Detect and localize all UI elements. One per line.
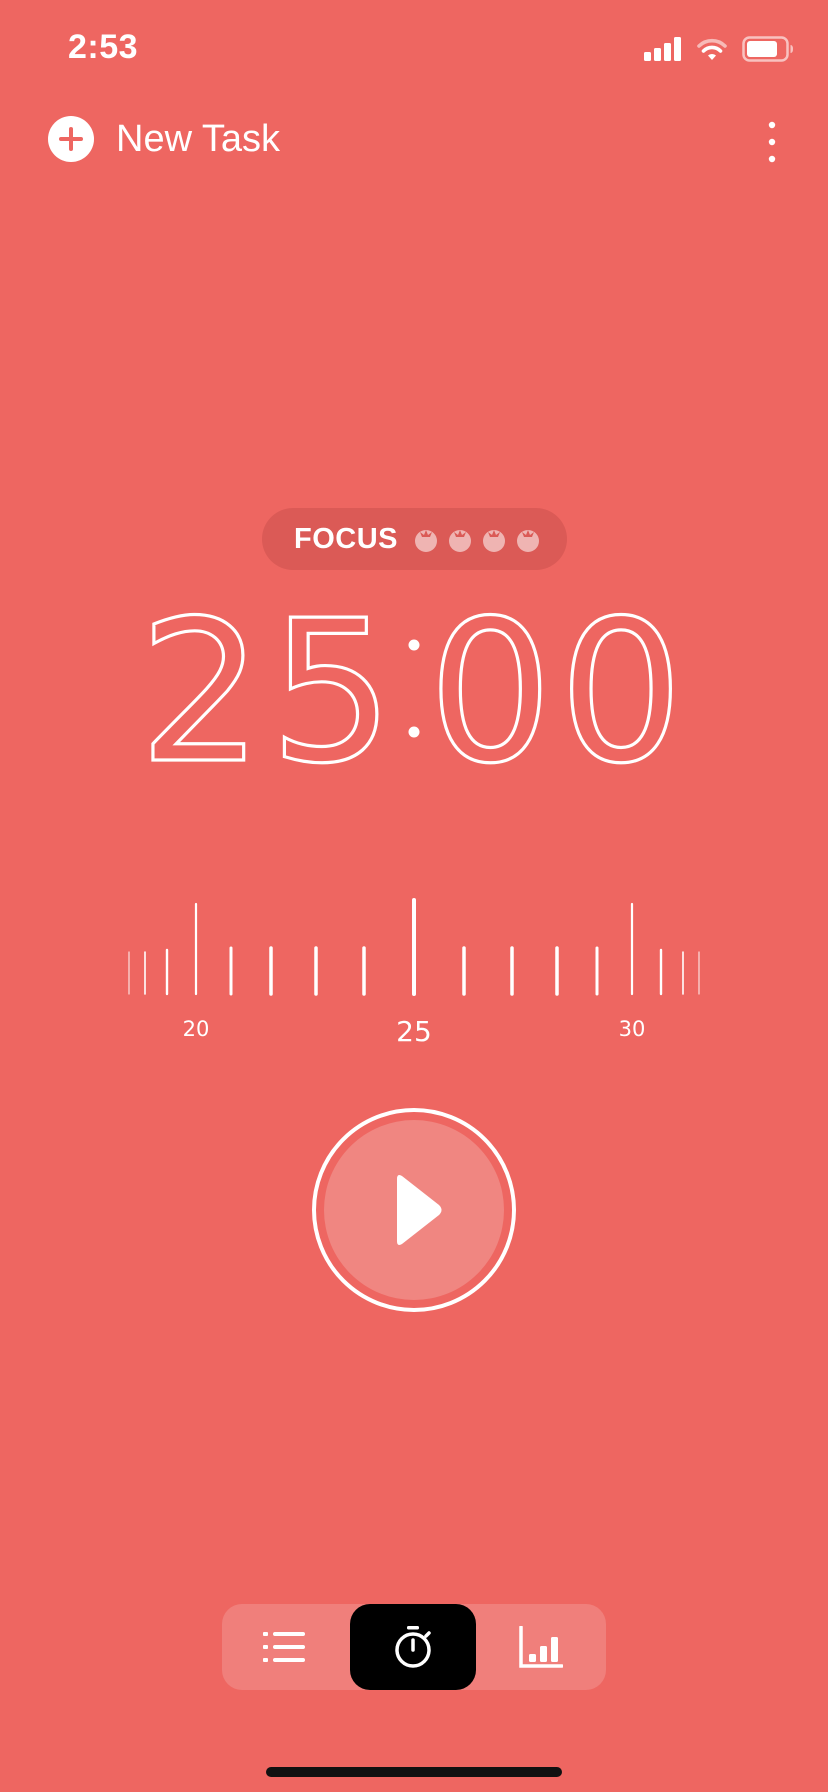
new-task-label: New Task <box>116 117 281 160</box>
ruler-ticks <box>128 898 700 996</box>
more-vertical-icon <box>768 121 776 163</box>
duration-ruler[interactable]: 20 25 30 <box>0 880 828 1060</box>
tab-list[interactable] <box>222 1604 348 1690</box>
bottom-tab-bar <box>222 1604 606 1690</box>
timer-minutes: 25 <box>139 590 400 790</box>
more-menu-button[interactable] <box>762 120 782 164</box>
timer-display: 25 00 <box>137 590 689 790</box>
ruler-label-25: 25 <box>396 1015 432 1048</box>
session-label: FOCUS <box>294 522 398 555</box>
status-time: 2:53 <box>68 28 139 66</box>
session-type-pill[interactable]: FOCUS <box>262 508 567 570</box>
tomato-icon <box>449 530 471 552</box>
timer-seconds: 00 <box>428 590 689 790</box>
stopwatch-icon <box>395 1626 431 1668</box>
tab-stats[interactable] <box>478 1604 604 1690</box>
tomato-icon <box>483 530 505 552</box>
list-icon <box>263 1632 305 1662</box>
cellular-signal-icon <box>644 37 681 61</box>
status-icons <box>644 36 794 62</box>
timer-colon-top <box>408 639 420 651</box>
wifi-icon <box>697 38 727 60</box>
ruler-label-20: 20 <box>183 1017 210 1041</box>
tomato-progress <box>414 526 540 552</box>
plus-circle-icon <box>48 116 94 162</box>
tab-timer[interactable] <box>350 1604 476 1690</box>
header: New Task <box>0 110 828 170</box>
home-indicator <box>266 1767 562 1777</box>
tomato-icon <box>517 530 539 552</box>
play-button[interactable] <box>311 1107 517 1313</box>
bar-chart-icon <box>519 1626 563 1668</box>
timer-colon-bottom <box>408 726 420 738</box>
ruler-label-30: 30 <box>619 1017 646 1041</box>
tomato-icon <box>415 530 437 552</box>
battery-icon <box>742 36 793 62</box>
status-bar: 2:53 <box>0 0 828 100</box>
new-task-button[interactable]: New Task <box>48 116 280 162</box>
